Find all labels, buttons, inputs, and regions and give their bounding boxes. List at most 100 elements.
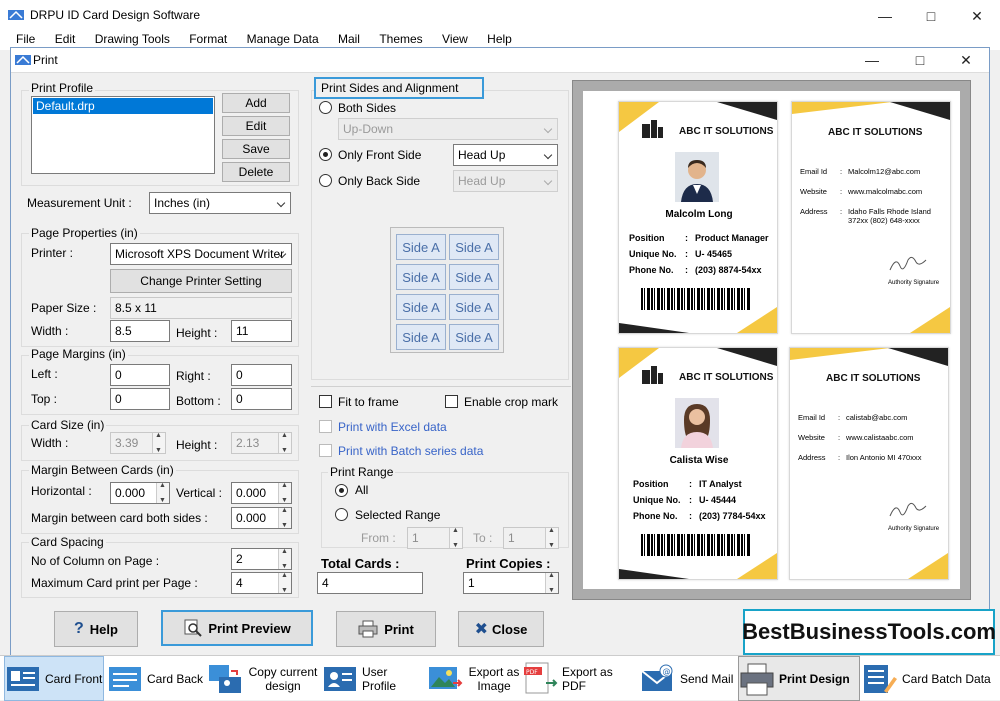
building-icon (642, 366, 663, 384)
address-colon: : (840, 207, 843, 216)
paper-size-field[interactable]: 8.5 x 11 (110, 297, 292, 319)
vertical-margin-field[interactable]: 0.000 (231, 482, 292, 504)
email-colon: : (840, 167, 843, 176)
columns-value: 2 (236, 552, 243, 566)
menu-themes[interactable]: Themes (379, 32, 422, 46)
toolbar-export-pdf[interactable]: PDF Export as PDF (522, 656, 638, 701)
minimize-button[interactable]: — (862, 4, 908, 28)
menu-file[interactable]: File (16, 32, 35, 46)
to-label: To : (473, 531, 493, 545)
change-printer-button[interactable]: Change Printer Setting (110, 269, 292, 293)
toolbar-card-front[interactable]: Card Front (4, 656, 104, 701)
phone-colon: : (685, 265, 688, 275)
address-value: Idaho Falls Rhode Island 372xx (802) 648… (848, 207, 931, 225)
website-value: www.calistaabc.com (846, 433, 914, 442)
menu-drawing-tools[interactable]: Drawing Tools (95, 32, 170, 46)
help-icon: ? (74, 620, 84, 637)
profile-list-item[interactable]: Default.drp (33, 98, 213, 114)
both-sides-margin-value: 0.000 (236, 511, 267, 525)
side-a-button-1[interactable]: Side A (396, 234, 446, 260)
fit-to-frame-checkbox[interactable] (319, 395, 332, 408)
id-card-front-2: ABC IT SOLUTIONS Calista Wise Position :… (618, 347, 778, 580)
menu-mail[interactable]: Mail (338, 32, 360, 46)
save-profile-button[interactable]: Save (222, 139, 290, 159)
card-back-company: ABC IT SOLUTIONS (826, 373, 921, 384)
person-icon (675, 152, 719, 202)
page-width-field[interactable]: 8.5 (110, 320, 170, 342)
toolbar-card-batch[interactable]: Card Batch Data (862, 656, 996, 701)
side-a-button-4[interactable]: Side A (449, 264, 499, 290)
close-button[interactable]: ✖ Close (458, 611, 544, 647)
close-window-button[interactable]: ✕ (954, 4, 1000, 28)
fit-to-frame-label: Fit to frame (338, 395, 399, 409)
max-cards-field[interactable]: 4 (231, 572, 292, 594)
print-copies-field[interactable]: 1 (463, 572, 559, 594)
front-side-radio[interactable] (319, 148, 332, 161)
menu-manage-data[interactable]: Manage Data (247, 32, 319, 46)
both-sides-radio[interactable] (319, 101, 332, 114)
menu-help[interactable]: Help (487, 32, 512, 46)
side-a-button-3[interactable]: Side A (396, 264, 446, 290)
max-cards-value: 4 (236, 576, 243, 590)
back-side-select[interactable]: Head Up (453, 170, 558, 192)
measurement-unit-select[interactable]: Inches (in) (149, 192, 291, 214)
columns-field[interactable]: 2 (231, 548, 292, 570)
horizontal-margin-field[interactable]: 0.000 (110, 482, 170, 504)
phone-value: (203) 8874-54xx (695, 265, 762, 275)
bottom-margin-field[interactable]: 0 (231, 388, 292, 410)
right-margin-label: Right : (176, 369, 211, 383)
top-margin-field[interactable]: 0 (110, 388, 170, 410)
both-sides-select[interactable]: Up-Down (338, 118, 558, 140)
side-a-button-5[interactable]: Side A (396, 294, 446, 320)
position-value: IT Analyst (699, 479, 742, 489)
delete-profile-button[interactable]: Delete (222, 162, 290, 182)
maximize-button[interactable]: □ (908, 4, 954, 28)
dialog-close-button[interactable]: ✕ (943, 48, 989, 72)
dialog-maximize-button[interactable]: □ (897, 48, 943, 72)
menu-view[interactable]: View (442, 32, 468, 46)
card-height-field[interactable]: 2.13 (231, 432, 292, 454)
side-a-button-2[interactable]: Side A (449, 234, 499, 260)
total-cards-field[interactable]: 4 (317, 572, 423, 594)
from-field[interactable]: 1 (407, 527, 463, 549)
menu-format[interactable]: Format (189, 32, 227, 46)
print-preview-button[interactable]: Print Preview (161, 610, 313, 646)
crop-mark-checkbox[interactable] (445, 395, 458, 408)
both-sides-margin-field[interactable]: 0.000 (231, 507, 292, 529)
toolbar-export-image-label: Export as Image (468, 664, 520, 693)
range-all-radio[interactable] (335, 484, 348, 497)
right-margin-field[interactable]: 0 (231, 364, 292, 386)
signature-icon (889, 256, 927, 271)
side-a-button-7[interactable]: Side A (396, 324, 446, 350)
toolbar-export-image[interactable]: Export as Image (427, 656, 521, 701)
page-margins-label: Page Margins (in) (29, 347, 128, 361)
excel-data-checkbox[interactable] (319, 420, 332, 433)
toolbar-card-back[interactable]: Card Back (107, 656, 205, 701)
batch-data-checkbox[interactable] (319, 444, 332, 457)
side-a-button-6[interactable]: Side A (449, 294, 499, 320)
range-selected-radio[interactable] (335, 508, 348, 521)
page-height-field[interactable]: 11 (231, 320, 292, 342)
address-label: Address (800, 207, 828, 216)
toolbar-user-profile[interactable]: User Profile (322, 656, 424, 701)
printer-select[interactable]: Microsoft XPS Document Writer (110, 243, 292, 265)
left-margin-field[interactable]: 0 (110, 364, 170, 386)
id-card-back-1: ABC IT SOLUTIONS Email Id : Malcolm12@ab… (791, 101, 951, 334)
profile-list[interactable]: Default.drp (31, 96, 215, 174)
toolbar-send-mail[interactable]: @ Send Mail (640, 656, 736, 701)
toolbar-copy-design[interactable]: Copy current design (207, 656, 319, 701)
card-width-value: 3.39 (115, 436, 139, 450)
edit-profile-button[interactable]: Edit (222, 116, 290, 136)
print-button[interactable]: Print (336, 611, 436, 647)
dialog-minimize-button[interactable]: — (849, 48, 895, 72)
add-profile-button[interactable]: Add (222, 93, 290, 113)
card-width-field[interactable]: 3.39 (110, 432, 166, 454)
toolbar-print-design[interactable]: Print Design (738, 656, 860, 701)
front-side-select[interactable]: Head Up (453, 144, 558, 166)
help-button[interactable]: ? Help (54, 611, 138, 647)
side-a-button-8[interactable]: Side A (449, 324, 499, 350)
address-value: Ilon Antonio MI 470xxx (846, 453, 922, 462)
to-field[interactable]: 1 (503, 527, 559, 549)
back-side-radio[interactable] (319, 174, 332, 187)
menu-edit[interactable]: Edit (55, 32, 76, 46)
